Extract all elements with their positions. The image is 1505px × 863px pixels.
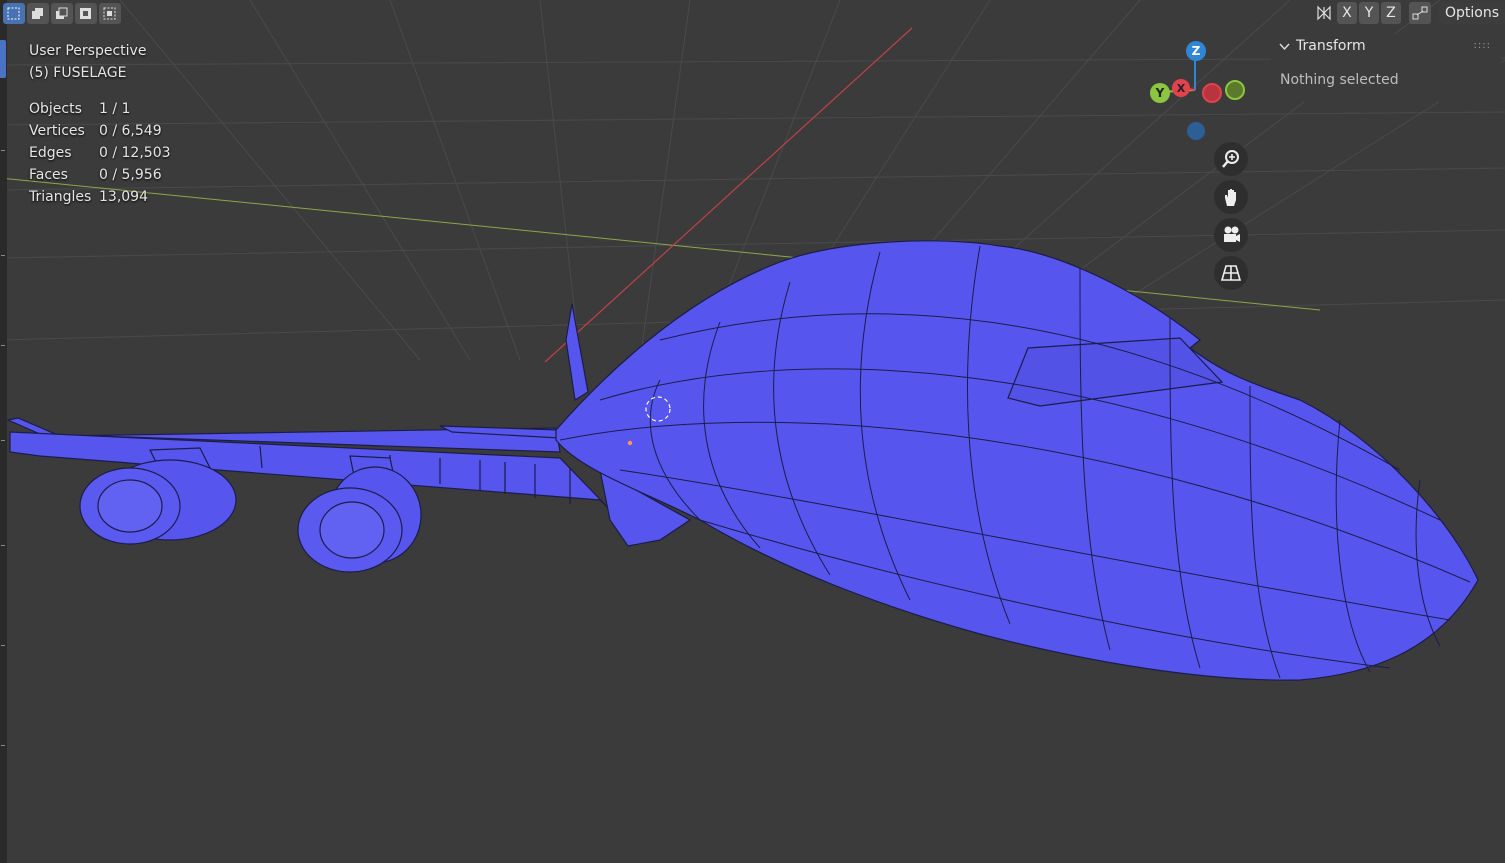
viewport-info: User Perspective (5) FUSELAGE: [29, 40, 146, 84]
mirror-x-toggle[interactable]: X: [1336, 2, 1357, 24]
scene-statistics: Objects 1 / 1 Vertices 0 / 6,549 Edges 0 / …: [29, 98, 171, 208]
transform-panel: Transform :::: Nothing selected: [1271, 34, 1501, 102]
snap-toggle[interactable]: [1408, 2, 1431, 24]
view-name: User Perspective: [29, 43, 147, 59]
toolbar-edge: [0, 0, 7, 863]
options-dropdown[interactable]: Options: [1438, 2, 1505, 24]
empty-selection-message: Nothing selected: [1280, 72, 1399, 88]
transform-panel-header[interactable]: Transform: [1279, 38, 1366, 54]
stat-row: Triangles 13,094: [29, 189, 148, 205]
3d-viewport[interactable]: [0, 0, 1505, 863]
select-subtract-icon: [56, 7, 68, 19]
select-mode-group: [3, 3, 121, 24]
select-invert-button[interactable]: [75, 3, 97, 24]
chevron-down-icon: [1279, 43, 1290, 50]
mirror-y-toggle[interactable]: Y: [1358, 2, 1379, 24]
mirror-z-toggle[interactable]: Z: [1380, 2, 1401, 24]
select-box-mode-button[interactable]: [3, 3, 25, 24]
gizmo-z-axis[interactable]: Z: [1186, 41, 1206, 61]
snap-icon: [1412, 6, 1428, 20]
mesh-symmetry-toggle[interactable]: [1313, 2, 1335, 24]
select-subtract-button[interactable]: [51, 3, 73, 24]
butterfly-icon: [1317, 5, 1331, 21]
zoom-icon: [1222, 150, 1239, 168]
grid-icon: [1220, 265, 1242, 281]
zoom-button[interactable]: [1214, 142, 1248, 176]
select-intersect-icon: [103, 7, 116, 20]
camera-icon: [1224, 226, 1240, 242]
navigation-gizmo[interactable]: Z Y X: [1145, 38, 1255, 148]
select-invert-icon: [80, 8, 91, 19]
gizmo-x-axis[interactable]: X: [1172, 79, 1190, 97]
panel-title: Transform: [1296, 38, 1366, 54]
gizmo-y-axis[interactable]: Y: [1150, 83, 1170, 103]
gizmo-neg-y-axis[interactable]: [1225, 80, 1245, 100]
ortho-toggle-button[interactable]: [1214, 256, 1248, 290]
toolbar-active-indicator: [0, 40, 6, 78]
gizmo-neg-z-axis[interactable]: [1187, 122, 1205, 140]
gizmo-neg-x-axis[interactable]: [1202, 83, 1222, 103]
stat-row: Objects 1 / 1: [29, 101, 131, 117]
select-extend-button[interactable]: [27, 3, 49, 24]
hand-icon: [1225, 189, 1236, 206]
stat-row: Faces 0 / 5,956: [29, 167, 162, 183]
select-box-icon: [7, 7, 20, 20]
camera-view-button[interactable]: [1214, 218, 1248, 252]
pan-button[interactable]: [1214, 180, 1248, 214]
select-intersect-button[interactable]: [99, 3, 121, 24]
active-object-name: (5) FUSELAGE: [29, 65, 127, 81]
drag-handle-icon[interactable]: ::::: [1474, 40, 1491, 51]
stat-row: Vertices 0 / 6,549: [29, 123, 162, 139]
viewport-scene[interactable]: [0, 0, 1505, 863]
object-origin: [627, 440, 633, 446]
stat-row: Edges 0 / 12,503: [29, 145, 171, 161]
select-extend-icon: [32, 8, 43, 19]
viewport-header-right: X Y Z Options: [1313, 2, 1505, 24]
